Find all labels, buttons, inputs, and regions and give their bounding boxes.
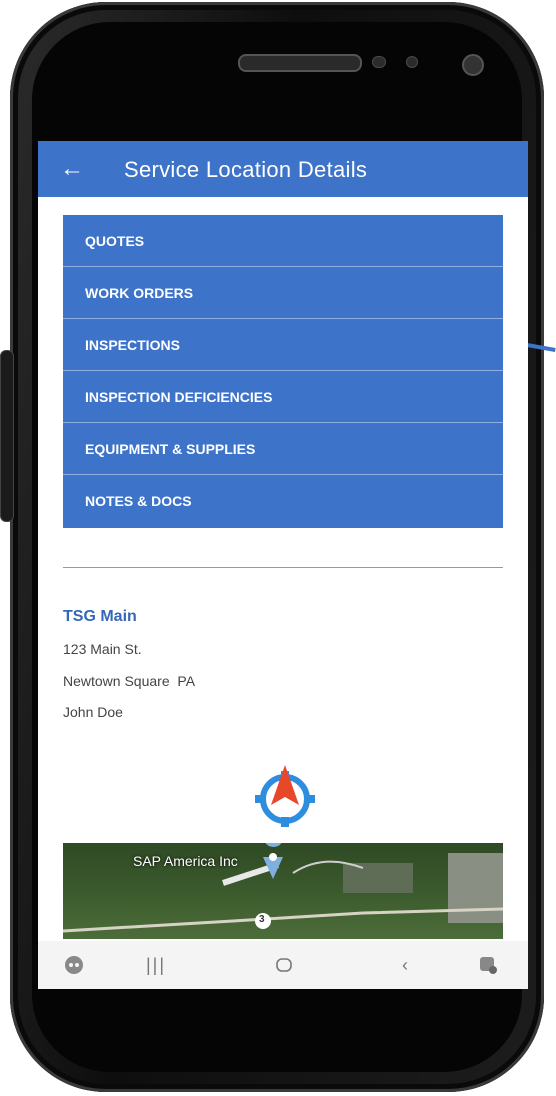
page-title: Service Location Details [124,157,368,182]
android-nav-bar: ||| ‹ [38,941,528,989]
recents-icon[interactable]: ||| [146,955,166,976]
location-street: 123 Main St. [63,641,142,657]
game-launcher-icon[interactable] [64,955,84,980]
menu-item-equipment-supplies[interactable]: EQUIPMENT & SUPPLIES [63,423,503,475]
menu-item-quotes[interactable]: QUOTES [63,215,503,267]
menu-item-work-orders[interactable]: WORK ORDERS [63,267,503,319]
light-sensor [406,56,418,68]
map-place-label: SAP America Inc [133,853,238,869]
location-city-state: Newtown Square PA [63,673,196,689]
volume-button [0,350,14,522]
menu-item-notes-docs[interactable]: NOTES & DOCS [63,475,503,528]
app-screen: ← Service Location Details QUOTES WORK O… [38,141,528,989]
back-chevron-icon[interactable]: ‹ [402,955,408,976]
accessibility-icon[interactable] [478,955,498,980]
menu-item-inspections[interactable]: INSPECTIONS [63,319,503,371]
front-camera [462,54,484,76]
location-map[interactable]: SAP America Inc 3 [63,843,503,939]
app-bar: ← Service Location Details [38,141,528,197]
location-name[interactable]: TSG Main [63,608,137,626]
road-number-label: 3 [259,914,265,925]
navigation-compass-icon[interactable] [245,761,325,831]
home-icon[interactable] [274,955,294,980]
section-divider [63,567,503,568]
earpiece-speaker [238,54,362,72]
arrow-left-icon[interactable]: ← [60,155,84,183]
proximity-sensor [372,56,386,68]
location-contact: John Doe [63,704,123,720]
menu-item-inspection-deficiencies[interactable]: INSPECTION DEFICIENCIES [63,371,503,423]
related-records-menu: QUOTES WORK ORDERS INSPECTIONS INSPECTIO… [63,215,503,528]
